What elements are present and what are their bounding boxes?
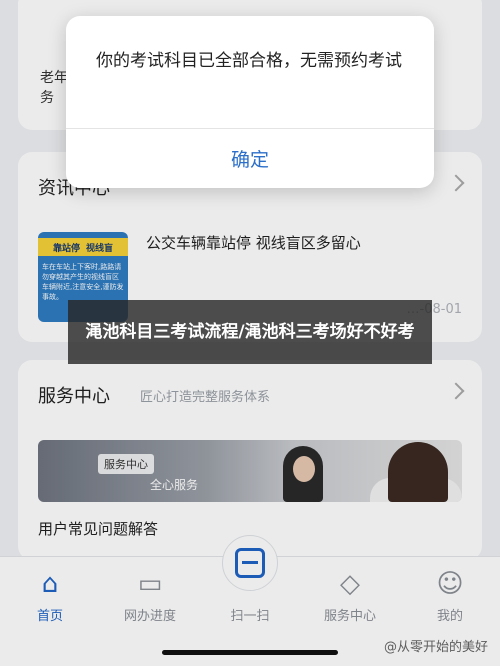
article-title: 渑池科目三考试流程/渑池科三考场好不好考 [85, 322, 415, 342]
alert-dialog: 你的考试科目已全部合格，无需预约考试 确定 [66, 16, 434, 188]
alert-message: 你的考试科目已全部合格，无需预约考试 [96, 51, 402, 71]
article-title-overlay: 渑池科目三考试流程/渑池科三考场好不好考 [68, 300, 432, 364]
alert-confirm-button[interactable]: 确定 [66, 129, 434, 188]
